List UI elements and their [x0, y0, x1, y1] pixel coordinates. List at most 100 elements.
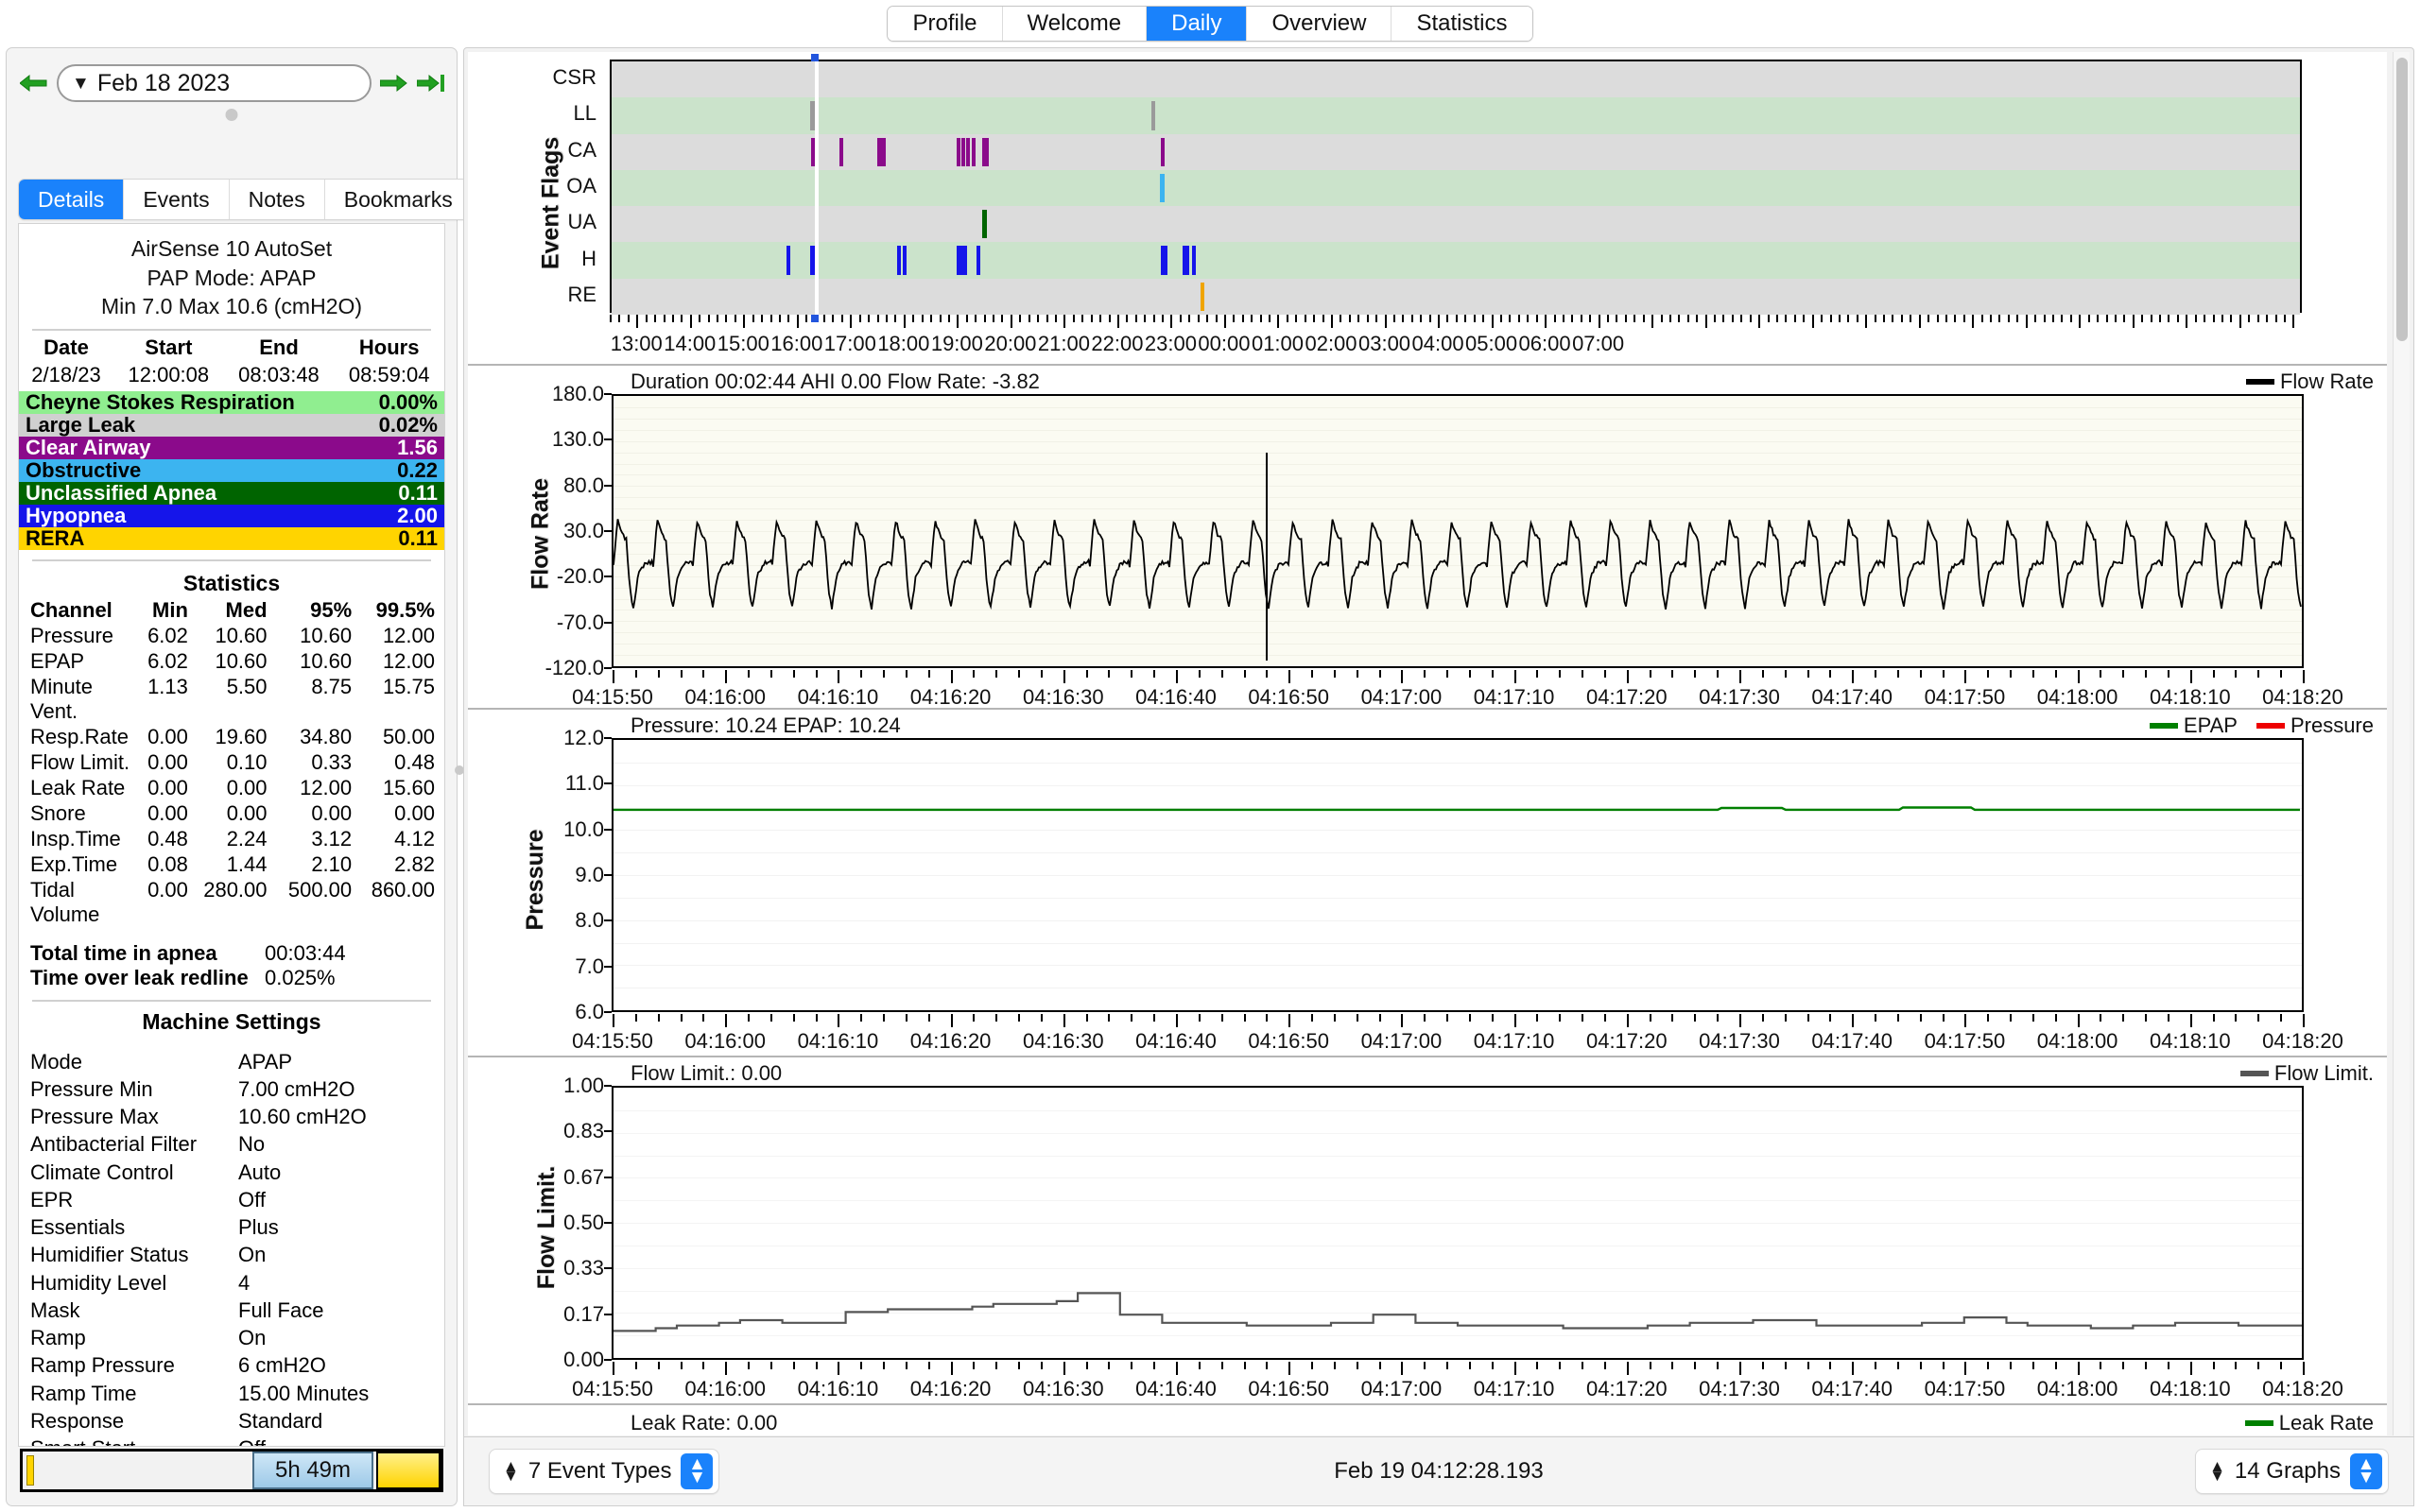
event-marker-h[interactable] [977, 246, 981, 275]
event-legend-row[interactable]: Hypopnea 2.00 [19, 504, 444, 527]
event-marker-ca[interactable] [971, 137, 976, 166]
graph-leak-rate[interactable]: Leak Rate: 0.00 Leak Rate [468, 1403, 2387, 1435]
event-marker-h[interactable] [1192, 246, 1197, 275]
event-marker-ca[interactable] [876, 137, 886, 166]
tab-overview[interactable]: Overview [1247, 7, 1392, 41]
event-marker-ua[interactable] [982, 210, 988, 239]
x-tick-mark [1919, 670, 1922, 678]
x-tick-mark [983, 315, 986, 322]
setting-key: Ramp Time [30, 1381, 137, 1405]
event-legend-row[interactable]: Large Leak 0.02% [19, 413, 444, 437]
event-marker-h[interactable] [786, 246, 791, 275]
event-marker-ca[interactable] [838, 137, 843, 166]
x-tick-label: 04:16:20 [909, 1377, 992, 1400]
y-tick-mark [604, 1222, 612, 1224]
main-tab-bar: Profile Welcome Daily Overview Statistic… [0, 0, 2420, 47]
event-marker-ca[interactable] [960, 137, 965, 166]
event-marker-h[interactable] [962, 246, 967, 275]
date-picker[interactable]: ▼ Feb 18 2023 [57, 64, 372, 102]
next-day-button[interactable] [380, 69, 408, 97]
graph-pressure[interactable]: Pressure Pressure: 10.24 EPAP: 10.24 EPA… [468, 708, 2387, 1056]
graph-event-flags[interactable]: Event Flags CSR LL CA OA UA H RE 13:00 14:00 15:… [468, 52, 2387, 364]
x-tick-mark [2150, 315, 2152, 322]
panel-resize-dot[interactable] [225, 109, 238, 121]
flow-limit-plot[interactable] [612, 1086, 2304, 1360]
x-tick-mark [1054, 315, 1057, 322]
cell-med: 5.50 [226, 675, 268, 699]
col-date: Date [43, 335, 89, 359]
legend-label-flow-rate: Flow Rate [2279, 369, 2374, 393]
x-tick-label: 03:00 [1357, 332, 1411, 355]
y-tick-label: 0.67 [563, 1164, 604, 1189]
x-tick-mark [927, 1362, 930, 1369]
cursor-handle-bottom[interactable] [810, 315, 819, 322]
x-tick-mark [1875, 1362, 1877, 1369]
x-tick-mark [1266, 670, 1269, 678]
cursor-line[interactable] [814, 61, 819, 315]
machine-setting-row: Pressure Max 10.60 cmH2O [19, 1103, 444, 1130]
x-tick-mark [950, 1014, 953, 1027]
usage-duration-chip[interactable]: 5h 49m [252, 1452, 373, 1489]
cursor-handle-top[interactable] [810, 54, 819, 61]
event-legend-value: 0.11 [398, 480, 438, 505]
sidebar-tab-notes[interactable]: Notes [229, 180, 325, 219]
x-tick-mark [2145, 1362, 2148, 1369]
x-tick-mark [1990, 315, 1993, 322]
event-row-label-oa: OA [566, 174, 596, 198]
graphs-scrollbar[interactable] [2393, 52, 2410, 1435]
flow-rate-plot[interactable] [612, 394, 2304, 668]
x-tick-mark [1513, 1014, 1516, 1027]
event-marker-ca[interactable] [965, 137, 970, 166]
event-legend-row[interactable]: Unclassified Apnea 0.11 [19, 480, 444, 505]
event-legend-row[interactable]: RERA 0.11 [19, 526, 444, 550]
y-tick-mark [604, 965, 612, 968]
graph-flow-rate[interactable]: Flow Rate Duration 00:02:44 AHI 0.00 Flo… [468, 364, 2387, 709]
event-legend-row[interactable]: Clear Airway 1.56 [19, 436, 444, 459]
x-tick-mark [634, 1014, 637, 1022]
event-legend-row[interactable]: Cheyne Stokes Respiration 0.00% [19, 390, 444, 414]
x-tick-mark [1063, 1362, 1065, 1375]
x-tick-mark [699, 315, 701, 322]
previous-day-button[interactable] [20, 69, 48, 97]
x-tick-mark [2303, 670, 2305, 683]
graphs-stepper[interactable]: ▲ ▼ [2350, 1453, 2382, 1489]
machine-setting-row: Ramp Pressure 6 cmH2O [19, 1351, 444, 1379]
event-legend-row[interactable]: Obstructive 0.22 [19, 457, 444, 482]
event-marker-h[interactable] [1185, 246, 1189, 275]
usage-bar[interactable]: 5h 49m [20, 1449, 443, 1492]
setting-key: Humidifier Status [30, 1243, 189, 1267]
scrollbar-thumb[interactable] [2396, 58, 2408, 341]
event-marker-h[interactable] [903, 246, 908, 275]
event-marker-ca[interactable] [956, 137, 960, 166]
sidebar-tab-details[interactable]: Details [19, 180, 125, 219]
x-tick-mark [1085, 670, 1088, 678]
event-marker-ca[interactable] [1161, 137, 1165, 166]
event-marker-ll[interactable] [1150, 101, 1155, 130]
event-legend-value: 0.22 [397, 457, 438, 482]
event-marker-re[interactable] [1200, 282, 1204, 311]
event-marker-h[interactable] [1163, 246, 1167, 275]
event-flags-plot[interactable] [610, 60, 2302, 315]
event-marker-ca[interactable] [982, 137, 990, 166]
x-tick-label: 04:18:00 [2036, 1029, 2118, 1053]
tab-welcome[interactable]: Welcome [1002, 7, 1148, 41]
tab-daily[interactable]: Daily [1147, 7, 1248, 41]
sidebar-tab-bookmarks[interactable]: Bookmarks [324, 180, 472, 219]
x-tick-mark [838, 1362, 840, 1375]
x-tick-mark [1865, 315, 1868, 328]
event-marker-oa[interactable] [1160, 173, 1166, 203]
x-tick-mark [2122, 1014, 2125, 1022]
sidebar-tab-events[interactable]: Events [124, 180, 230, 219]
graph-flow-limit[interactable]: Flow Limit. Flow Limit.: 0.00 Flow Limit… [468, 1056, 2387, 1403]
last-day-button[interactable] [417, 69, 445, 97]
x-tick-mark [1910, 315, 1912, 322]
x-tick-mark [1852, 1362, 1855, 1375]
x-tick-mark [1793, 315, 1796, 322]
pressure-plot[interactable] [612, 738, 2304, 1012]
x-tick-mark [1580, 315, 1582, 322]
graph-stack: Event Flags CSR LL CA OA UA H RE 13:00 14:00 15:… [468, 52, 2387, 1435]
graphs-selector[interactable]: ▲ ▼ 14 Graphs ▲ ▼ [2195, 1449, 2389, 1494]
event-marker-h[interactable] [897, 246, 902, 275]
tab-profile[interactable]: Profile [888, 7, 1003, 41]
tab-statistics[interactable]: Statistics [1392, 7, 1532, 41]
